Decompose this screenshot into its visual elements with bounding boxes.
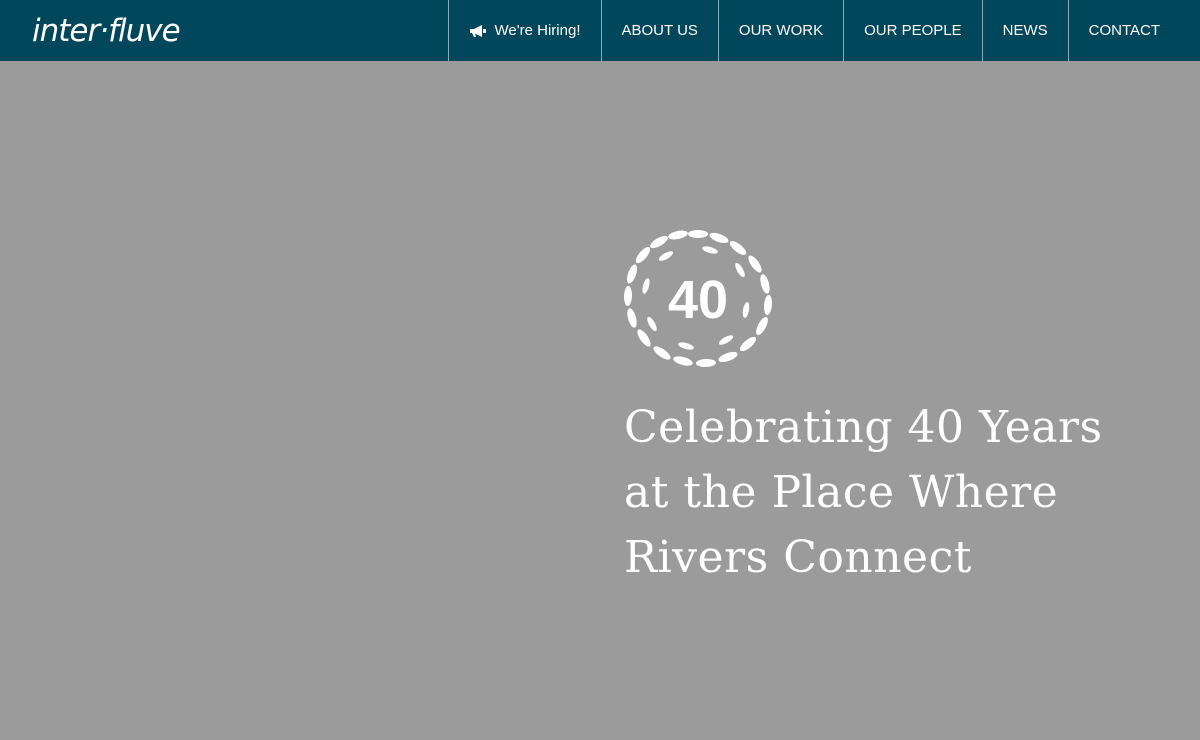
nav-our-work-label: OUR WORK	[738, 22, 824, 39]
site-logo[interactable]: inter·fluve	[32, 10, 181, 52]
main-nav: We're Hiring! ABOUT US OUR WORK OUR PEOP…	[447, 0, 1180, 61]
nav-item-our-people[interactable]: OUR PEOPLE	[843, 0, 982, 61]
hero-headline-line: at the Place Where	[624, 467, 1059, 518]
nav-news-label: NEWS	[1002, 22, 1048, 39]
nav-our-people-label: OUR PEOPLE	[864, 22, 962, 39]
hero-headline-line: Rivers Connect	[624, 532, 972, 583]
fish-ring-40-icon: 40	[623, 230, 773, 368]
nav-item-news[interactable]: NEWS	[981, 0, 1068, 61]
nav-contact-label: CONTACT	[1088, 22, 1160, 39]
badge-40-text: 40	[668, 270, 728, 330]
nav-item-hiring[interactable]: We're Hiring!	[447, 0, 601, 61]
megaphone-icon	[469, 24, 486, 37]
nav-item-about-us[interactable]: ABOUT US	[600, 0, 718, 61]
nav-hiring-label: We're Hiring!	[494, 22, 581, 39]
nav-about-us-label: ABOUT US	[621, 22, 698, 39]
site-header: inter·fluve We're Hiring! ABOUT US OUR W…	[0, 0, 1200, 61]
nav-item-our-work[interactable]: OUR WORK	[717, 0, 843, 61]
hero-headline-line: Celebrating 40 Years	[624, 402, 1103, 453]
hero-headline: Celebrating 40 Years at the Place Where …	[624, 395, 1184, 590]
nav-item-contact[interactable]: CONTACT	[1067, 0, 1180, 61]
